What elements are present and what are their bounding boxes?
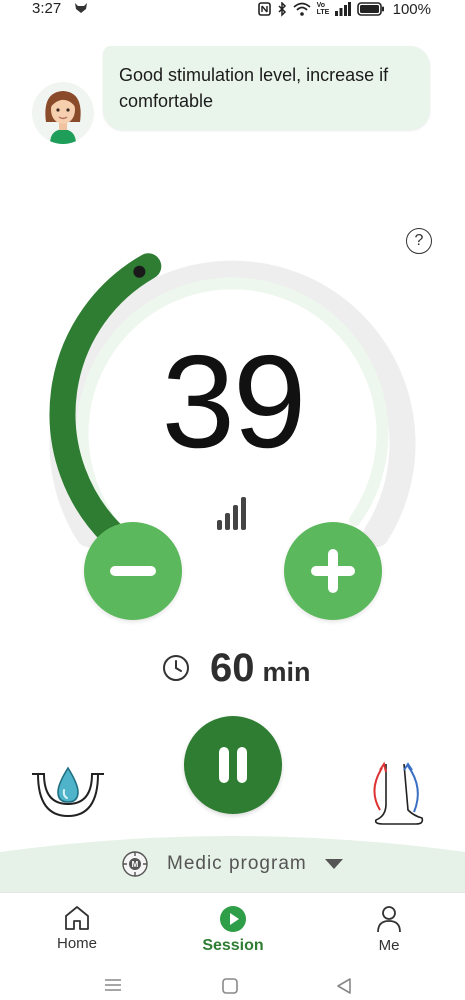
nfc-icon xyxy=(257,2,271,16)
pause-button[interactable] xyxy=(184,716,282,814)
increase-level-button[interactable] xyxy=(284,522,382,620)
stimulation-level-value: 39 xyxy=(161,328,307,475)
decrease-level-button[interactable] xyxy=(84,522,182,620)
person-icon xyxy=(377,906,401,933)
battery-icon xyxy=(356,2,384,16)
fox-app-icon xyxy=(75,3,87,13)
coach-message-text: Good stimulation level, increase if comf… xyxy=(119,65,389,111)
plus-icon xyxy=(311,549,355,593)
water-drop-icon[interactable] xyxy=(30,764,106,824)
nav-home[interactable]: Home xyxy=(22,893,132,965)
program-selector[interactable]: M Medic program xyxy=(121,850,343,878)
intensity-bars-icon xyxy=(217,497,246,530)
recents-icon[interactable] xyxy=(104,978,122,992)
home-icon xyxy=(65,906,89,930)
bluetooth-icon xyxy=(278,1,286,17)
nav-home-label: Home xyxy=(56,935,97,952)
nav-session-label: Session xyxy=(202,937,264,954)
dial-knob xyxy=(133,265,146,278)
program-label: Medic program xyxy=(167,853,307,874)
leg-circulation-icon[interactable] xyxy=(364,760,428,826)
back-icon[interactable] xyxy=(336,978,352,994)
session-timer: 60 min xyxy=(162,640,311,696)
status-bar: 3:27 Vo LTE 100% xyxy=(0,0,465,20)
volte-label: Vo LTE xyxy=(316,2,330,16)
status-time: 3:27 xyxy=(32,0,62,17)
battery-percentage: 100% xyxy=(392,0,431,18)
status-icons: Vo LTE 100% xyxy=(257,0,431,18)
minus-icon xyxy=(110,566,156,576)
coach-avatar xyxy=(32,82,94,144)
nav-session[interactable]: Session xyxy=(178,893,288,965)
clock-icon xyxy=(163,655,189,681)
help-button[interactable]: ? xyxy=(406,228,432,254)
nav-me[interactable]: Me xyxy=(334,893,444,965)
dropdown-caret-icon xyxy=(324,859,343,869)
program-badge-icon: M xyxy=(122,851,148,877)
pause-icon xyxy=(219,747,247,783)
cellular-signal-icon xyxy=(334,2,351,16)
bottom-navigation: Home Session Me xyxy=(0,892,465,964)
coach-message-bubble: Good stimulation level, increase if comf… xyxy=(103,46,430,130)
program-badge-letter: M xyxy=(132,860,139,869)
system-navigation-bar xyxy=(0,972,465,1000)
home-system-icon[interactable] xyxy=(222,978,238,994)
wifi-icon xyxy=(293,2,311,16)
timer-value: 60 xyxy=(210,645,255,690)
nav-me-label: Me xyxy=(378,937,400,954)
help-icon: ? xyxy=(414,232,424,249)
play-circle-icon xyxy=(220,906,246,932)
timer-unit: min xyxy=(262,656,311,687)
